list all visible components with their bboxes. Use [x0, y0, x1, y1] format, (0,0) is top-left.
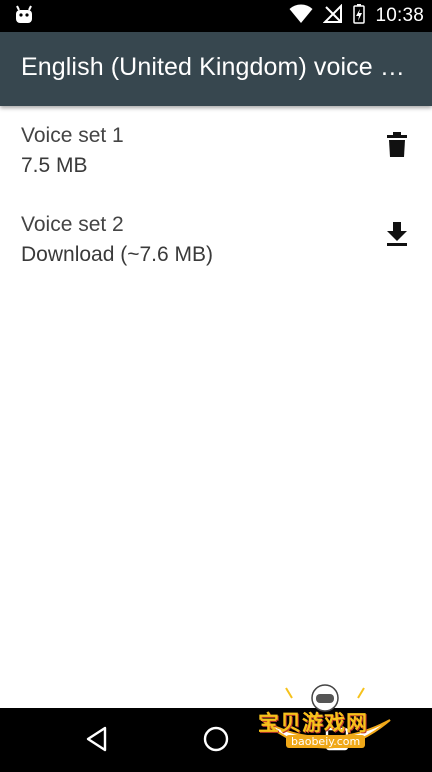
watermark-text: 宝贝游戏网	[258, 711, 368, 735]
watermark-logo: 宝贝游戏网 baobeiy.com	[250, 680, 400, 765]
delete-icon	[387, 132, 407, 162]
voice-set-download-size: Download (~7.6 MB)	[21, 243, 214, 266]
voice-set-name: Voice set 2	[21, 213, 124, 236]
wifi-icon	[289, 4, 313, 28]
watermark-domain: baobeiy.com	[286, 735, 366, 748]
battery-charging-icon	[353, 4, 366, 28]
page-title: English (United Kingdom) voice sets	[21, 53, 406, 81]
app-bar: English (United Kingdom) voice sets	[0, 32, 432, 106]
home-icon	[202, 725, 230, 757]
voice-set-item-2[interactable]: Voice set 2 Download (~7.6 MB)	[0, 195, 432, 284]
home-button[interactable]	[199, 724, 233, 758]
voice-set-name: Voice set 1	[21, 124, 124, 147]
delete-button[interactable]	[382, 132, 412, 162]
download-icon	[386, 222, 408, 250]
status-time: 10:38	[375, 5, 424, 26]
no-signal-icon	[323, 3, 343, 28]
voice-set-size: 7.5 MB	[21, 154, 88, 177]
back-icon	[85, 726, 109, 756]
android-debug-icon	[14, 5, 34, 29]
voice-set-list: Voice set 1 7.5 MB Voice set 2 Download …	[0, 106, 432, 284]
back-button[interactable]	[80, 724, 114, 758]
status-bar: 10:38	[0, 0, 432, 32]
download-button[interactable]	[382, 221, 412, 251]
voice-set-item-1[interactable]: Voice set 1 7.5 MB	[0, 106, 432, 195]
